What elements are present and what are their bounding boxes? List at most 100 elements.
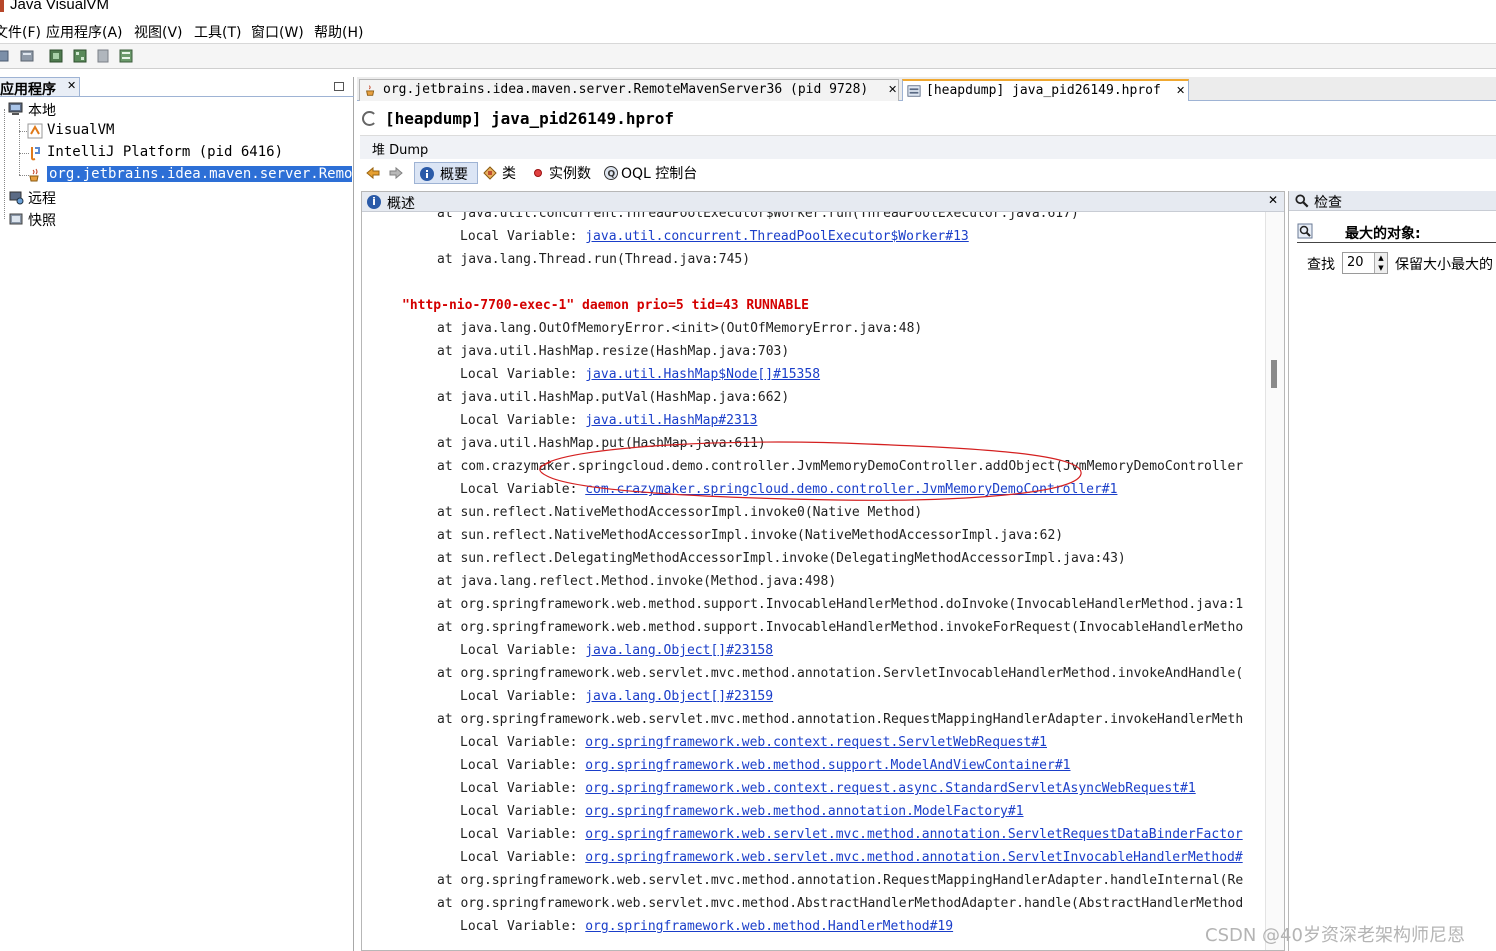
add-vm-coredump-icon[interactable] [48,48,64,64]
local-variable-row: Local Variable: org.springframework.web.… [460,758,1071,781]
local-variable-label: Local Variable: [460,367,586,382]
add-jmx-icon[interactable] [0,48,10,64]
remote-host-icon [9,191,24,205]
tab-oql-console[interactable]: Q OQL 控制台 [603,162,703,184]
close-icon[interactable]: ✕ [1176,84,1185,97]
instance-link[interactable]: java.util.HashMap$Node[]#15358 [585,367,820,382]
menu-file[interactable]: 文件(F) [0,22,41,42]
spinner-arrows-icon[interactable]: ▲ ▼ [1374,253,1387,273]
tree-item-label: org.jetbrains.idea.maven.server.Remote [47,166,352,182]
forward-button[interactable] [388,162,406,184]
summary-title: 概述 [387,196,415,212]
menu-applications[interactable]: 应用程序(A) [46,22,123,42]
classes-icon [483,166,497,180]
local-variable-row: Local Variable: org.springframework.web.… [460,735,1047,758]
heapdump-title-row: [heapdump] java_pid26149.hprof [357,107,1496,133]
instance-link[interactable]: org.springframework.web.method.HandlerMe… [585,919,953,934]
thread-stack-trace: at java.util.concurrent.ThreadPoolExecut… [362,212,1262,950]
local-variable-label: Local Variable: [460,689,586,704]
local-variable-label: Local Variable: [460,735,586,750]
local-variable-label: Local Variable: [460,229,586,244]
close-icon[interactable]: ✕ [888,83,897,96]
menu-help[interactable]: 帮助(H) [314,22,363,42]
instance-link[interactable]: java.lang.Object[]#23158 [585,643,773,658]
instance-link[interactable]: org.springframework.web.context.request.… [585,735,1047,750]
stack-frame: at java.lang.reflect.Method.invoke(Metho… [437,574,837,589]
instance-link[interactable]: org.springframework.web.servlet.mvc.meth… [585,827,1242,842]
menu-window[interactable]: 窗口(W) [251,22,304,42]
scroll-thumb[interactable] [1271,360,1277,388]
instance-icon [534,169,542,177]
instance-link[interactable]: java.util.concurrent.ThreadPoolExecutor$… [585,229,969,244]
tab-classes[interactable]: 类 [482,162,522,184]
instance-link[interactable]: org.springframework.web.method.annotatio… [585,804,1023,819]
menu-view[interactable]: 视图(V) [134,22,183,42]
summary-header: i 概述 ✕ [362,192,1284,212]
instance-link[interactable]: java.util.HashMap#2313 [585,413,757,428]
count-spinner[interactable]: 20 ▲ ▼ [1342,252,1388,274]
local-variable-label: Local Variable: [460,758,586,773]
compare-snapshot-icon[interactable] [118,48,134,64]
local-variable-label: Local Variable: [460,413,586,428]
tree-item-label: 本地 [28,103,56,119]
tree-item-label: 快照 [28,213,56,229]
thread-header: "http-nio-7700-exec-1" daemon prio=5 tid… [402,298,809,313]
instance-link[interactable]: com.crazymaker.springcloud.demo.controll… [585,482,1117,497]
instance-link[interactable]: org.springframework.web.method.support.M… [585,758,1070,773]
tab-label: [heapdump] java_pid26149.hprof [926,83,1161,98]
tree-item-label: IntelliJ Platform (pid 6416) [47,144,284,160]
tab-label: 概要 [440,167,468,183]
java-cup-icon [29,168,39,182]
info-icon [420,167,434,181]
vertical-scrollbar[interactable] [1265,212,1284,950]
tab-summary[interactable]: 概要 [414,162,478,184]
local-variable-label: Local Variable: [460,643,586,658]
tree-item-maven-server[interactable]: org.jetbrains.idea.maven.server.Remote [27,165,352,185]
instance-link[interactable]: java.lang.Object[]#23159 [585,689,773,704]
local-variable-label: Local Variable: [460,827,586,842]
stack-frame: at java.util.HashMap.putVal(HashMap.java… [437,390,790,405]
local-variable-label: Local Variable: [460,804,586,819]
inspect-title: 检查 [1314,195,1342,211]
tab-label: OQL 控制台 [621,166,698,182]
stack-frame: at java.util.HashMap.resize(HashMap.java… [437,344,790,359]
tree-item-label: 远程 [28,191,56,207]
applications-panel: 应用程序 ✕ 本地 VisualVM IntelliJ Platform (pi… [0,77,354,951]
instance-link[interactable]: org.springframework.web.servlet.mvc.meth… [585,850,1242,865]
close-icon[interactable]: ✕ [1268,193,1278,207]
stack-frame: at sun.reflect.DelegatingMethodAccessorI… [437,551,1126,566]
java-process-icon [31,147,40,161]
minimize-button[interactable] [334,82,344,91]
stack-frame: at org.springframework.web.method.suppor… [437,597,1244,612]
arrow-right-icon [389,166,403,180]
stack-frame: at com.crazymaker.springcloud.demo.contr… [437,459,1244,474]
inspect-panel: 检查 最大的对象: 查找 20 ▲ ▼ 保留大小最大的 [1288,191,1496,951]
tab-applications[interactable]: 应用程序 ✕ [0,77,80,98]
menu-tools[interactable]: 工具(T) [194,22,241,42]
window-title: Java VisualVM [10,0,109,13]
load-snapshot-icon[interactable] [95,48,111,64]
tab-maven-server[interactable]: org.jetbrains.idea.maven.server.RemoteMa… [359,79,899,101]
tree-guide [4,109,5,219]
add-snapshot-icon[interactable] [72,48,88,64]
search-icon [1295,194,1309,208]
local-variable-row: Local Variable: com.crazymaker.springclo… [460,482,1117,505]
biggest-objects-label: 最大的对象: [1345,226,1421,242]
document-tabs: org.jetbrains.idea.maven.server.RemoteMa… [357,77,1496,101]
tab-heapdump[interactable]: [heapdump] java_pid26149.hprof ✕ [902,79,1189,101]
local-variable-row: Local Variable: java.util.concurrent.Thr… [460,229,969,252]
back-button[interactable] [365,162,383,184]
local-variable-row: Local Variable: org.springframework.web.… [460,827,1243,850]
local-variable-row: Local Variable: java.lang.Object[]#23158 [460,643,773,666]
divider [80,96,354,97]
view-switcher: 概要 类 实例数 Q OQL 控制台 [360,161,1496,187]
tab-instances[interactable]: 实例数 [530,162,598,184]
instance-link[interactable]: org.springframework.web.context.request.… [585,781,1195,796]
stack-frame: at java.util.concurrent.ThreadPoolExecut… [437,212,1079,221]
loading-icon [362,111,377,126]
local-variable-row: Local Variable: java.util.HashMap$Node[]… [460,367,820,390]
local-variable-row: Local Variable: org.springframework.web.… [460,804,1024,827]
stack-frame: at org.springframework.web.servlet.mvc.m… [437,896,1244,911]
close-icon[interactable]: ✕ [67,79,76,92]
add-remote-host-icon[interactable] [19,48,35,64]
